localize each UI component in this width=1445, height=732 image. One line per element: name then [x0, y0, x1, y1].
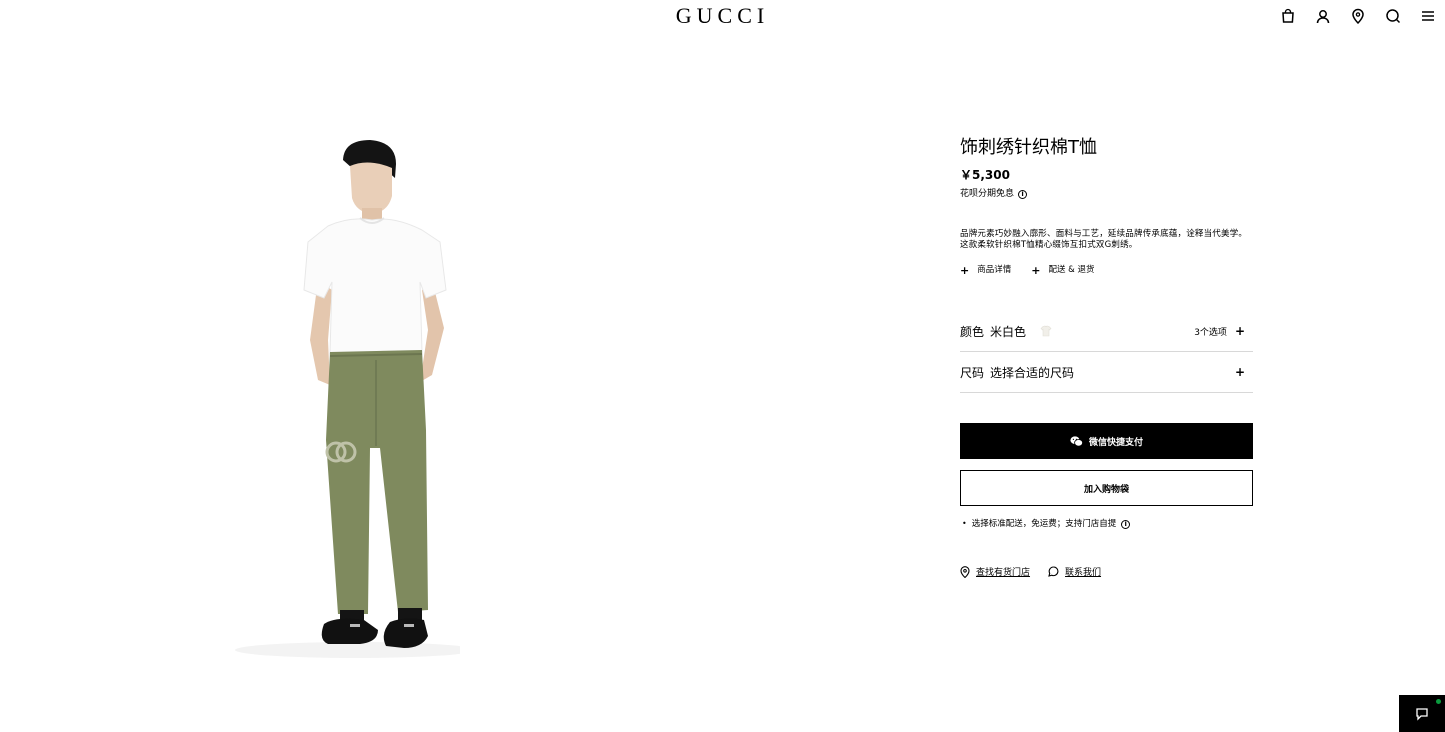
location-pin-icon [960, 565, 970, 578]
size-label: 尺码 [960, 365, 985, 380]
wechat-pay-button[interactable]: 微信快捷支付 [960, 423, 1253, 459]
gucci-logo[interactable]: GUCCI [0, 3, 1445, 29]
expand-plus-icon: + [1234, 365, 1245, 379]
color-options-count: 3个选项 [1194, 327, 1227, 338]
find-store-link[interactable]: 查找有货门店 [960, 565, 1030, 578]
product-title: 饰刺绣针织棉T恤 [960, 137, 1097, 158]
size-selector-left: 尺码 选择合适的尺码 [960, 364, 1074, 381]
color-selector[interactable]: 颜色 米白色 3个选项 + [960, 311, 1253, 352]
shipping-note-text: 选择标准配送，免运费；支持门店自提 [971, 519, 1117, 529]
product-price: ￥5,300 [960, 168, 1010, 182]
description-line: 品牌元素巧妙融入廓形、面料与工艺，延续品牌传承底蕴，诠释当代美学。 [960, 229, 1248, 239]
shopping-bag-icon[interactable] [1270, 5, 1305, 27]
product-image[interactable] [200, 130, 460, 670]
search-icon[interactable] [1375, 5, 1410, 27]
contact-us-label: 联系我们 [1065, 568, 1102, 578]
tshirt-swatch-icon [1040, 325, 1052, 337]
product-description: 品牌元素巧妙融入廓形、面料与工艺，延续品牌传承底蕴，诠释当代美学。 这款柔软针织… [960, 229, 1253, 251]
bullet: • [962, 519, 967, 528]
color-value: 米白色 [990, 324, 1027, 339]
header-icons [1270, 5, 1445, 27]
account-icon[interactable] [1305, 5, 1340, 27]
shipping-returns-link[interactable]: + 配送 & 退货 [1031, 264, 1094, 276]
product-details-label: 商品详情 [977, 265, 1012, 275]
installment-info: 花呗分期免息 i [960, 188, 1253, 200]
add-to-bag-button[interactable]: 加入购物袋 [960, 470, 1253, 506]
live-chat-button[interactable] [1399, 695, 1445, 732]
wechat-icon [1070, 435, 1083, 446]
size-selector-right: + [1235, 366, 1253, 378]
info-icon[interactable]: i [1018, 189, 1028, 199]
color-selector-right: 3个选项 + [1194, 325, 1253, 338]
online-status-dot [1436, 699, 1441, 704]
info-icon[interactable]: i [1121, 519, 1131, 529]
description-line: 这款柔软针织棉T恤精心缀饰互扣式双G刺绣。 [960, 240, 1138, 250]
menu-icon[interactable] [1410, 5, 1445, 27]
shipping-returns-label: 配送 & 退货 [1048, 265, 1095, 275]
product-info: 饰刺绣针织棉T恤 ￥5,300 花呗分期免息 i 品牌元素巧妙融入廓形、面料与工… [960, 136, 1253, 276]
chat-icon [1416, 707, 1428, 721]
chat-bubble-icon [1048, 566, 1059, 577]
find-store-label: 查找有货门店 [976, 568, 1031, 578]
installment-text: 花呗分期免息 [960, 189, 1015, 199]
site-header: GUCCI [0, 0, 1445, 32]
contact-us-link[interactable]: 联系我们 [1048, 565, 1101, 578]
plus-icon: + [960, 263, 970, 277]
plus-icon: + [1031, 263, 1041, 277]
color-label: 颜色 [960, 324, 985, 339]
expand-plus-icon: + [1234, 324, 1245, 338]
color-selector-left: 颜色 米白色 [960, 323, 1052, 340]
store-locator-icon[interactable] [1340, 5, 1375, 27]
size-selector[interactable]: 尺码 选择合适的尺码 + [960, 352, 1253, 393]
support-links: 查找有货门店 联系我们 [960, 565, 1101, 578]
size-value: 选择合适的尺码 [990, 365, 1075, 380]
product-details-link[interactable]: + 商品详情 [960, 264, 1011, 276]
wechat-pay-label: 微信快捷支付 [1088, 437, 1143, 448]
shipping-note: • 选择标准配送，免运费；支持门店自提 i [962, 518, 1131, 530]
product-links: + 商品详情 + 配送 & 退货 [960, 264, 1253, 276]
